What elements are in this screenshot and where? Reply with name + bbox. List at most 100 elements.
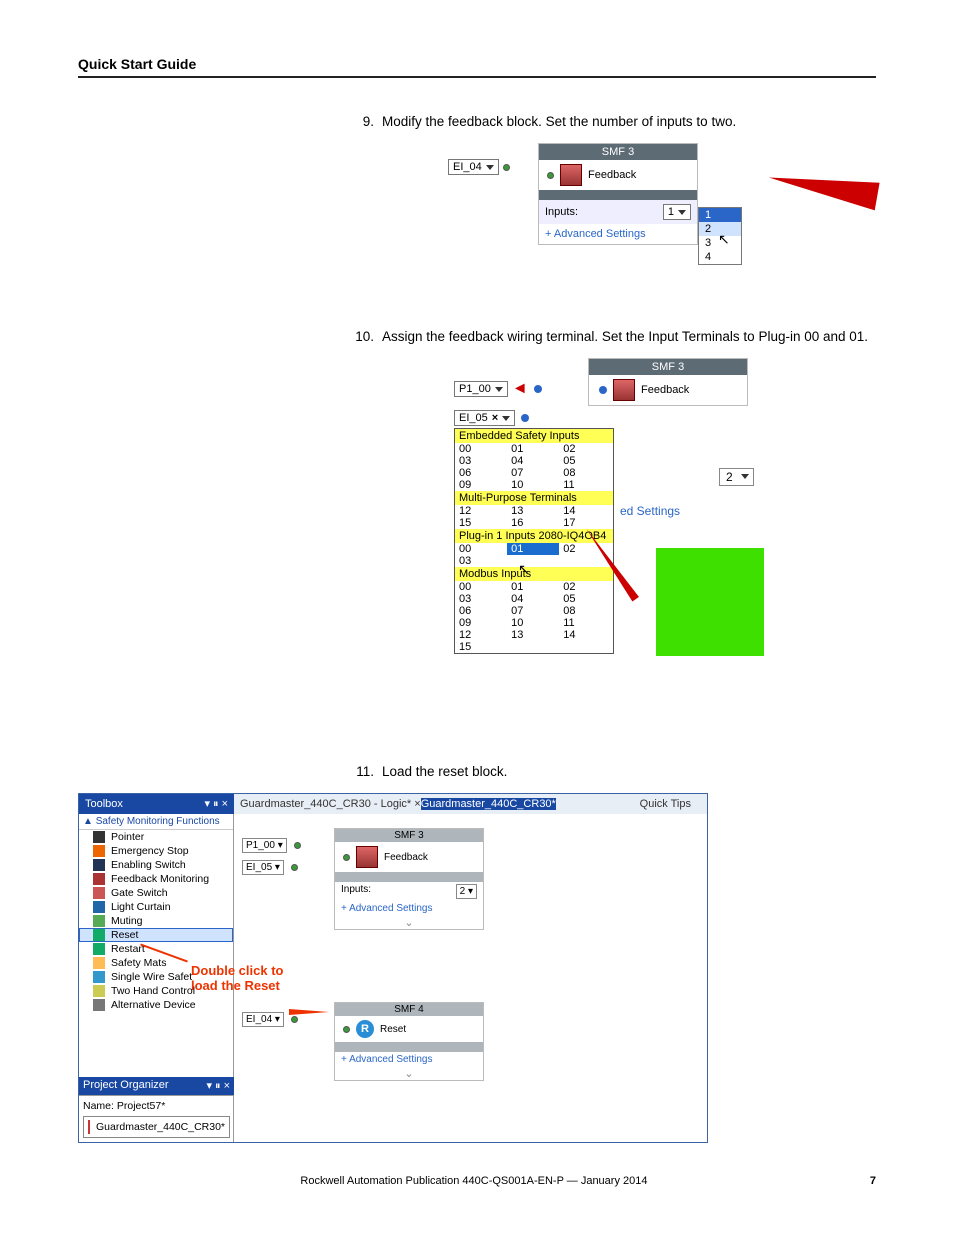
toolbox-item-label: Enabling Switch	[111, 859, 186, 871]
toolbox-item-label: Safety Mats	[111, 957, 166, 969]
toolbox-item-label: Pointer	[111, 831, 144, 843]
cursor-icon: ↖	[518, 561, 530, 577]
figure-2: SMF 3 Feedback P1_00 ◄ EI_05 × 2 ed	[448, 358, 938, 728]
tool-icon	[93, 887, 105, 899]
toolbox-item-label: Gate Switch	[111, 887, 168, 899]
toolbox-item[interactable]: Emergency Stop	[79, 844, 233, 858]
tool-icon	[93, 943, 105, 955]
fig2-selector-1[interactable]: P1_00 ◄	[454, 380, 542, 398]
feedback-icon	[356, 846, 378, 868]
project-item[interactable]: Guardmaster_440C_CR30*	[83, 1116, 230, 1138]
reset-icon: R	[356, 1020, 374, 1038]
step-11: 11. Load the reset block.	[348, 764, 876, 779]
toolbox-item[interactable]: Reset	[79, 928, 233, 942]
quick-tips-link[interactable]: Quick Tips	[630, 796, 701, 812]
step-number: 11.	[348, 764, 374, 779]
step-9: 9. Modify the feedback block. Set the nu…	[348, 114, 876, 129]
inputs-dropdown[interactable]: 1	[663, 204, 691, 220]
advanced-settings-link[interactable]: + Advanced Settings	[539, 224, 697, 244]
page-header: Quick Start Guide	[78, 56, 876, 72]
step-text: Modify the feedback block. Set the numbe…	[382, 114, 876, 129]
fig2-selector-2[interactable]: EI_05 ×	[454, 410, 529, 426]
tool-icon	[93, 831, 105, 843]
toolbox-item-label: Feedback Monitoring	[111, 873, 209, 885]
toolbox-item[interactable]: Enabling Switch	[79, 858, 233, 872]
smf3-input-2[interactable]: EI_05 ▾	[242, 860, 298, 875]
status-dot-icon	[503, 164, 510, 171]
tool-icon	[93, 915, 105, 927]
tool-icon	[93, 957, 105, 969]
publication-id: Rockwell Automation Publication 440C-QS0…	[300, 1175, 647, 1187]
toolbox-item-label: Single Wire Safet	[111, 971, 192, 983]
toolbox-category[interactable]: ▲ Safety Monitoring Functions	[79, 814, 233, 830]
smf4-block[interactable]: SMF 4 RReset + Advanced Settings ⌄	[334, 1002, 484, 1081]
tool-icon	[93, 999, 105, 1011]
figure-1: EI_04 SMF 3 Feedback Inputs: 1 + Advance	[448, 143, 928, 293]
tool-icon	[93, 845, 105, 857]
tool-icon	[93, 985, 105, 997]
active-arrow-icon: ◄	[512, 380, 528, 398]
toolbox-item[interactable]: Light Curtain	[79, 900, 233, 914]
fig2-adv-settings-partial: ed Settings	[620, 504, 680, 518]
fig2-inputs-count[interactable]: 2	[719, 468, 754, 486]
inputs-label: Inputs:	[545, 206, 578, 218]
fig2-feedback-card: SMF 3 Feedback	[588, 358, 748, 406]
header-rule	[78, 76, 876, 78]
toolbox-item[interactable]: Muting	[79, 914, 233, 928]
pane-pin-icons[interactable]: ▾ ⏸ ×	[206, 1079, 230, 1093]
toolbox-item[interactable]: Feedback Monitoring	[79, 872, 233, 886]
tool-icon	[93, 971, 105, 983]
logic-canvas[interactable]: SMF 3 Feedback Inputs: 2 ▾ + Advanced Se…	[234, 814, 707, 1142]
page-number: 7	[870, 1175, 876, 1187]
toolbox-item[interactable]: Alternative Device	[79, 998, 233, 1012]
fig2-green-block	[656, 548, 764, 656]
tool-icon	[93, 929, 105, 941]
tool-icon	[93, 901, 105, 913]
step-number: 9.	[348, 114, 374, 129]
smf3-inputs-field[interactable]: 2 ▾	[456, 884, 477, 899]
pane-pin-icons[interactable]: ▾ ⏸ ×	[204, 797, 228, 811]
figure-3-software: Toolbox ▾ ⏸ × Guardmaster_440C_CR30 - Lo…	[78, 793, 708, 1143]
status-dot-icon	[599, 386, 607, 394]
fig1-input-selector[interactable]: EI_04	[448, 159, 510, 175]
toolbox-item-label: Alternative Device	[111, 999, 196, 1011]
cursor-icon: ↖	[718, 231, 730, 247]
advanced-settings-link[interactable]: + Advanced Settings	[335, 1052, 483, 1067]
step-text: Assign the feedback wiring terminal. Set…	[382, 329, 876, 344]
step-text: Load the reset block.	[382, 764, 876, 779]
project-organizer-title: Project Organizer ▾ ⏸ ×	[79, 1077, 234, 1095]
toolbox-item[interactable]: Gate Switch	[79, 886, 233, 900]
toolbox-item-label: Two Hand Control	[111, 985, 195, 997]
feedback-icon	[613, 379, 635, 401]
card-title: SMF 3	[539, 144, 697, 160]
tab-device[interactable]: Guardmaster_440C_CR30*	[421, 798, 556, 810]
toolbox-item-label: Muting	[111, 915, 143, 927]
step-10: 10. Assign the feedback wiring terminal.…	[348, 329, 876, 344]
advanced-settings-link[interactable]: + Advanced Settings	[335, 901, 483, 916]
toolbox-title: Toolbox	[85, 798, 123, 810]
card-label: Feedback	[588, 169, 636, 181]
toolbox-item-label: Emergency Stop	[111, 845, 189, 857]
callout-arrow-icon	[289, 1009, 329, 1015]
status-dot-icon	[547, 172, 554, 179]
plugin-01-selected[interactable]: 01	[507, 543, 559, 555]
fig1-feedback-card: SMF 3 Feedback Inputs: 1 + Advanced Sett…	[538, 143, 698, 245]
chevron-down-icon	[678, 210, 686, 215]
toolbox-item-label: Light Curtain	[111, 901, 171, 913]
page-footer: Rockwell Automation Publication 440C-QS0…	[78, 1175, 876, 1187]
chevron-down-icon	[486, 165, 494, 170]
callout-arrow-icon	[766, 164, 879, 211]
project-name: Project57*	[117, 1100, 165, 1112]
device-icon	[88, 1120, 90, 1134]
tool-icon	[93, 859, 105, 871]
toolbox-item-label: Reset	[111, 929, 138, 941]
feedback-icon	[560, 164, 582, 186]
smf3-block[interactable]: SMF 3 Feedback Inputs: 2 ▾ + Advanced Se…	[334, 828, 484, 930]
tab-logic[interactable]: Guardmaster_440C_CR30 - Logic* ×	[240, 798, 421, 810]
smf3-input-1[interactable]: P1_00 ▾	[242, 838, 301, 853]
tool-icon	[93, 873, 105, 885]
project-name-label: Name:	[83, 1100, 114, 1112]
callout-text: Double click to load the Reset	[191, 964, 283, 994]
step-number: 10.	[348, 329, 374, 344]
toolbox-item[interactable]: Pointer	[79, 830, 233, 844]
